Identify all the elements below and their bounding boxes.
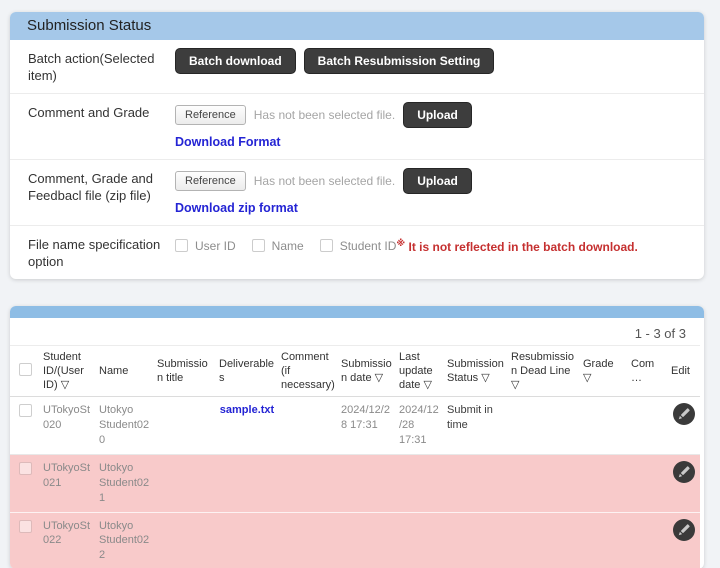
cell-resubmission-deadline bbox=[508, 397, 580, 455]
col-name: Name bbox=[96, 345, 154, 397]
user-id-checkbox[interactable] bbox=[175, 239, 188, 252]
comment-grade-label: Comment and Grade bbox=[28, 102, 165, 122]
row-checkbox[interactable] bbox=[19, 462, 32, 475]
cell-name: Utokyo Student021 bbox=[96, 454, 154, 512]
select-all-checkbox[interactable] bbox=[19, 363, 32, 376]
cell-grade bbox=[580, 454, 628, 512]
cell-grade bbox=[580, 397, 628, 455]
cell-last-update-date bbox=[396, 454, 444, 512]
batch-resubmission-setting-button[interactable]: Batch Resubmission Setting bbox=[304, 48, 495, 74]
batch-action-row: Batch action(Selected item) Batch downlo… bbox=[10, 40, 704, 93]
cell-name: Utokyo Student022 bbox=[96, 512, 154, 568]
zip-upload-row-top: Comment, Grade and Feedbacl file (zip fi… bbox=[10, 159, 704, 225]
col-submission-date[interactable]: Submission date ▽ bbox=[338, 345, 396, 397]
file-empty-text: Has not been selected file. bbox=[254, 108, 395, 122]
cell-submission-status: Submit in time bbox=[444, 397, 508, 455]
row-checkbox[interactable] bbox=[19, 520, 32, 533]
batch-action-label: Batch action(Selected item) bbox=[28, 48, 165, 85]
panel-title: Submission Status bbox=[10, 12, 704, 40]
cell-com bbox=[628, 397, 668, 455]
edit-pencil-button[interactable] bbox=[673, 403, 695, 425]
page: Submission Status Batch action(Selected … bbox=[0, 0, 720, 568]
filename-option-row-top: File name specification option User ID N… bbox=[10, 225, 704, 279]
cell-submission-date: 2024/12/28 17:31 bbox=[338, 397, 396, 455]
cell-last-update-date: 2024/12/28 17:31 bbox=[396, 397, 444, 455]
edit-pencil-button[interactable] bbox=[673, 519, 695, 541]
col-student-id[interactable]: Student ID/(User ID) ▽ bbox=[40, 345, 96, 397]
cell-submission-title bbox=[154, 512, 216, 568]
zip-upload-label: Comment, Grade and Feedbacl file (zip fi… bbox=[28, 168, 165, 205]
reference-button[interactable]: Reference bbox=[175, 105, 246, 125]
cell-name: Utokyo Student020 bbox=[96, 397, 154, 455]
cell-student-id: UTokyoSt021 bbox=[40, 454, 96, 512]
cell-submission-status bbox=[444, 512, 508, 568]
cell-resubmission-deadline bbox=[508, 454, 580, 512]
file-empty-text: Has not been selected file. bbox=[254, 174, 395, 188]
col-last-update-date[interactable]: Last update date ▽ bbox=[396, 345, 444, 397]
col-submission-title: Submission title bbox=[154, 345, 216, 397]
cell-grade bbox=[580, 512, 628, 568]
filename-option-label: File name specification option bbox=[28, 234, 165, 271]
cell-resubmission-deadline bbox=[508, 512, 580, 568]
submission-table-panel: 1 - 3 of 3 Student ID/(User ID) ▽ Name S… bbox=[10, 306, 704, 568]
cell-submission-title bbox=[154, 397, 216, 455]
cell-student-id: UTokyoSt020 bbox=[40, 397, 96, 455]
cell-submission-date bbox=[338, 454, 396, 512]
cell-last-update-date bbox=[396, 512, 444, 568]
download-zip-format-link[interactable]: Download zip format bbox=[175, 201, 298, 215]
cell-com bbox=[628, 512, 668, 568]
deliverable-file-link[interactable]: sample.txt bbox=[220, 404, 274, 416]
col-deliverables: Deliverables bbox=[216, 345, 278, 397]
cell-comment bbox=[278, 397, 338, 455]
upload-button[interactable]: Upload bbox=[403, 168, 472, 194]
student-id-checkbox[interactable] bbox=[320, 239, 333, 252]
batch-download-note: ※ It is not reflected in the batch downl… bbox=[396, 238, 637, 254]
cell-student-id: UTokyoSt022 bbox=[40, 512, 96, 568]
table-row: UTokyoSt020 Utokyo Student020 sample.txt… bbox=[10, 397, 700, 455]
user-id-checkbox-label: User ID bbox=[195, 239, 236, 253]
col-grade[interactable]: Grade ▽ bbox=[580, 345, 628, 397]
cell-comment bbox=[278, 512, 338, 568]
col-comment: Comment (if necessary) bbox=[278, 345, 338, 397]
comment-grade-row-top: Comment and Grade Reference Has not been… bbox=[10, 93, 704, 159]
row-checkbox[interactable] bbox=[19, 404, 32, 417]
submission-status-panel: Submission Status Batch action(Selected … bbox=[10, 12, 704, 279]
cell-deliverables bbox=[216, 512, 278, 568]
upload-button[interactable]: Upload bbox=[403, 102, 472, 128]
col-submission-status[interactable]: Submission Status ▽ bbox=[444, 345, 508, 397]
reference-button[interactable]: Reference bbox=[175, 171, 246, 191]
cell-submission-status bbox=[444, 454, 508, 512]
cell-submission-date bbox=[338, 512, 396, 568]
table-row: UTokyoSt022 Utokyo Student022 bbox=[10, 512, 700, 568]
col-com: Com… bbox=[628, 345, 668, 397]
col-edit: Edit bbox=[668, 345, 700, 397]
name-checkbox-label: Name bbox=[272, 239, 304, 253]
student-id-checkbox-label: Student ID bbox=[340, 239, 397, 253]
table-header-row: Student ID/(User ID) ▽ Name Submission t… bbox=[10, 345, 700, 397]
name-checkbox[interactable] bbox=[252, 239, 265, 252]
submission-table: Student ID/(User ID) ▽ Name Submission t… bbox=[10, 345, 700, 568]
table-header-bar bbox=[10, 306, 704, 318]
edit-pencil-button[interactable] bbox=[673, 461, 695, 483]
cell-comment bbox=[278, 454, 338, 512]
cell-com bbox=[628, 454, 668, 512]
col-resubmission-deadline[interactable]: Resubmission Dead Line ▽ bbox=[508, 345, 580, 397]
pagination-status: 1 - 3 of 3 bbox=[10, 318, 704, 345]
cell-deliverables bbox=[216, 454, 278, 512]
batch-download-button[interactable]: Batch download bbox=[175, 48, 296, 74]
table-row: UTokyoSt021 Utokyo Student021 bbox=[10, 454, 700, 512]
cell-submission-title bbox=[154, 454, 216, 512]
download-format-link[interactable]: Download Format bbox=[175, 135, 281, 149]
